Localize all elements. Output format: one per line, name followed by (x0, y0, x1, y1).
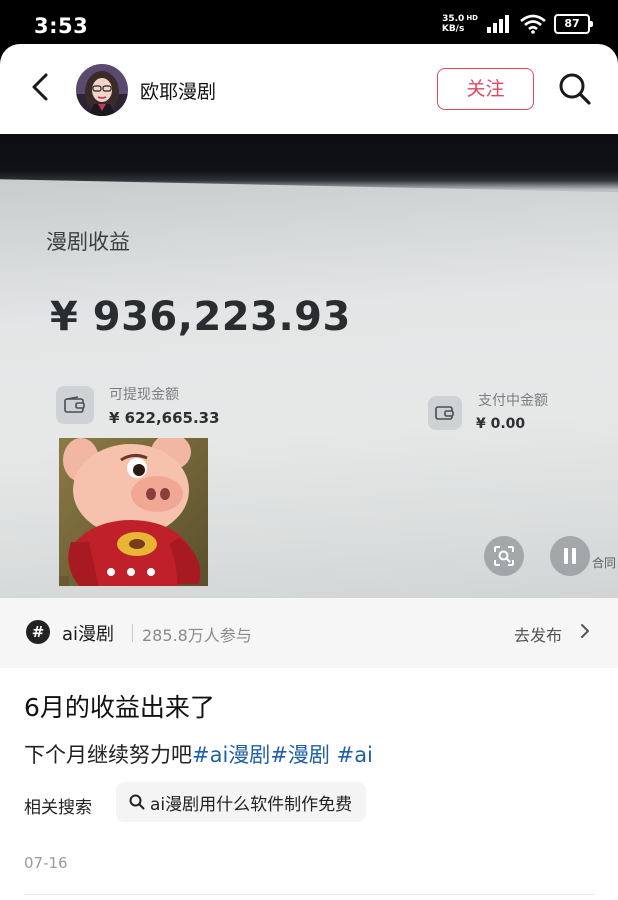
search-icon[interactable] (557, 71, 593, 107)
hd-indicator: HD (466, 14, 478, 22)
topic-participants: 285.8万人参与 (142, 626, 252, 645)
wifi-icon (520, 14, 546, 34)
pause-icon (564, 548, 576, 564)
pause-button[interactable] (550, 536, 590, 576)
post-title: 6月的收益出来了 (24, 693, 215, 722)
signal-icon (487, 15, 509, 33)
video-player[interactable]: 漫剧收益 ¥ 936,223.93 可提现金额 ¥ 622,665.33 支付中… (0, 134, 618, 598)
paying-label: 支付中金额 (478, 393, 548, 409)
paying-value: ¥ 0.00 (476, 416, 526, 432)
back-arrow-icon[interactable] (24, 71, 56, 103)
topic-bar[interactable]: # ai漫剧 285.8万人参与 去发布 (0, 598, 618, 668)
hashtag-ai-manju[interactable]: #ai漫剧 (192, 743, 270, 767)
withdrawable-label: 可提现金额 (109, 387, 179, 403)
post-date: 07-16 (24, 854, 68, 872)
topic-divider (132, 624, 133, 642)
topic-name[interactable]: ai漫剧 (62, 620, 114, 646)
video-post-screen: 欧耶漫剧 关注 漫剧收益 ¥ 936,223.93 可提现金额 ¥ 622,66… (0, 44, 618, 900)
withdrawable-value: ¥ 622,665.33 (109, 409, 220, 427)
status-bar: 3:53 35.0 KB/s HD 87 (0, 0, 618, 48)
status-time: 3:53 (34, 14, 89, 38)
publish-link[interactable]: 去发布 (514, 622, 562, 646)
status-indicators: 35.0 KB/s HD 87 (441, 14, 593, 34)
author-name[interactable]: 欧耶漫剧 (140, 77, 216, 104)
wallet-icon (56, 386, 94, 424)
follow-button[interactable]: 关注 (437, 68, 534, 110)
cropped-screen-text: 合同 (592, 556, 617, 570)
related-search-chip[interactable]: ai漫剧用什么软件制作免费 (116, 782, 367, 822)
search-icon (129, 794, 145, 810)
related-search-query: ai漫剧用什么软件制作免费 (150, 794, 353, 815)
screenshot-search-button[interactable] (484, 536, 524, 576)
related-search-label: 相关搜索 (24, 798, 92, 818)
hashtag-icon: # (26, 620, 50, 644)
top-bar: 欧耶漫剧 关注 (0, 44, 618, 134)
hashtag-ai[interactable]: #ai (330, 743, 373, 767)
earnings-card-title: 漫剧收益 (46, 230, 130, 254)
section-divider (24, 894, 594, 895)
network-speed: 35.0 KB/s (441, 14, 465, 34)
post-body: 下个月继续努力吧#ai漫剧#漫剧 #ai (24, 739, 373, 769)
author-avatar[interactable] (76, 64, 128, 116)
post-text: 下个月继续努力吧 (24, 743, 192, 767)
payment-pending-icon (428, 396, 462, 430)
scan-search-icon (494, 546, 514, 566)
chevron-right-icon[interactable] (578, 623, 592, 639)
total-earnings-amount: ¥ 936,223.93 (50, 294, 351, 340)
battery-indicator: 87 (554, 14, 593, 34)
hashtag-manju[interactable]: #漫剧 (270, 743, 330, 767)
pig-cartoon-sticker (59, 438, 208, 586)
